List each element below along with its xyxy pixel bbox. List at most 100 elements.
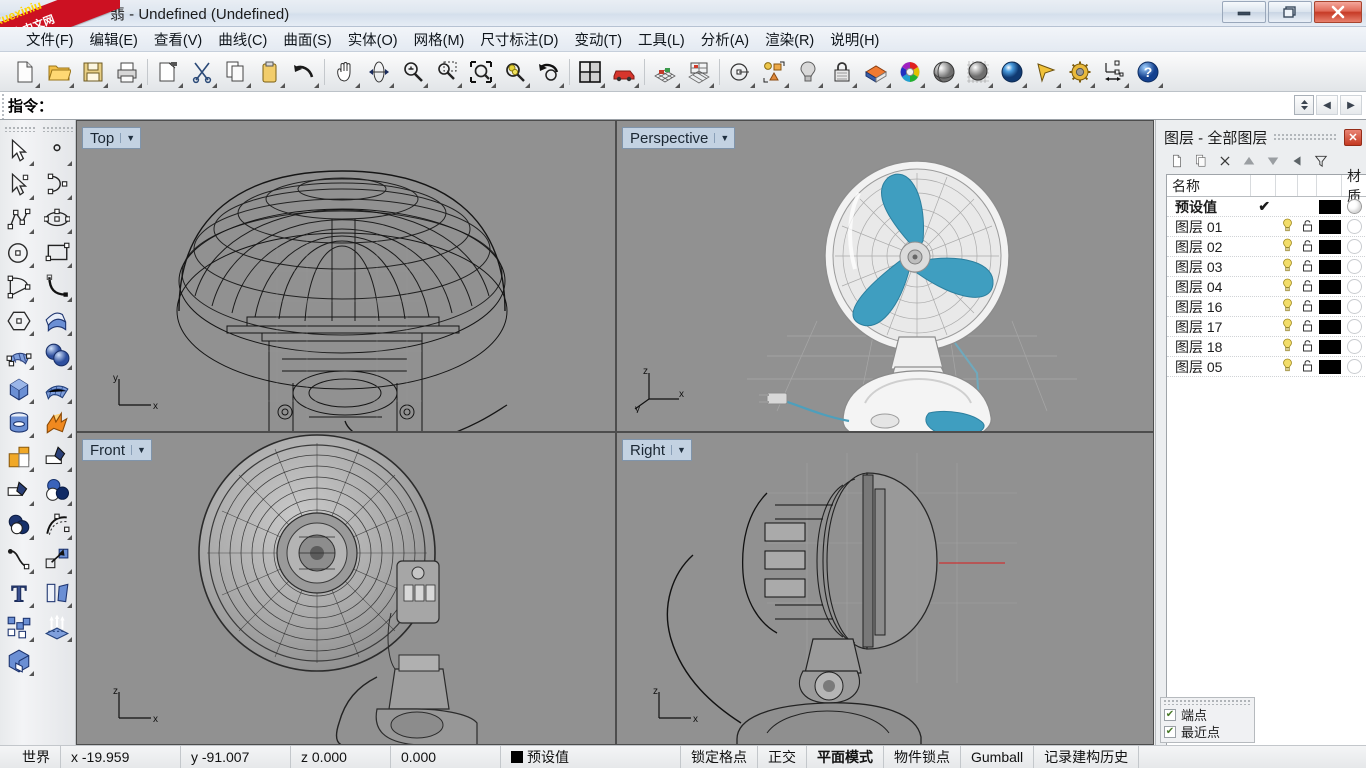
zoom-selected-icon[interactable]	[498, 54, 532, 90]
viewport-front[interactable]: Front ▼ z x	[76, 432, 616, 745]
viewport-top[interactable]: Top ▼ y x	[76, 120, 616, 432]
zoom-window-icon[interactable]	[430, 54, 464, 90]
options-gear-icon[interactable]	[1063, 54, 1097, 90]
open-folder-icon[interactable]	[42, 54, 76, 90]
layer-lock-icon[interactable]	[1298, 239, 1317, 255]
osnap-item[interactable]: ✔ 端点	[1161, 706, 1254, 723]
current-layer[interactable]: 预设值	[501, 745, 681, 768]
mirror-icon[interactable]	[40, 576, 74, 610]
chevron-down-icon[interactable]: ▼	[131, 445, 149, 455]
toolbar-grip[interactable]	[4, 126, 36, 132]
menu-item-10[interactable]: 工具(L)	[630, 27, 693, 52]
layer-material-button[interactable]	[1342, 299, 1366, 314]
cut-plane-icon[interactable]	[151, 54, 185, 90]
move-copy-icon[interactable]	[40, 542, 74, 576]
lock-icon[interactable]	[825, 54, 859, 90]
chevron-down-icon[interactable]: ▼	[120, 133, 138, 143]
command-prev-button[interactable]: ◀	[1316, 95, 1338, 115]
layer-lock-icon[interactable]	[1298, 359, 1317, 375]
material-icon[interactable]	[859, 54, 893, 90]
ellipse-icon[interactable]	[40, 202, 74, 236]
polygon-icon[interactable]	[2, 304, 36, 338]
status-toggle-2[interactable]: 正交	[758, 745, 807, 768]
surface-from-curves-icon[interactable]	[2, 338, 36, 372]
new-file-icon[interactable]	[8, 54, 42, 90]
text-tool-icon[interactable]: T	[2, 576, 36, 610]
color-wheel-icon[interactable]	[893, 54, 927, 90]
print-icon[interactable]	[110, 54, 144, 90]
layer-visibility-bulb-icon[interactable]	[1277, 318, 1298, 335]
chevron-down-icon[interactable]: ▼	[671, 445, 689, 455]
menu-item-5[interactable]: 曲面(S)	[275, 27, 339, 52]
control-point-curve-icon[interactable]	[40, 168, 74, 202]
arrow-cursor-icon[interactable]	[1029, 54, 1063, 90]
layer-row[interactable]: 图层 04	[1167, 277, 1366, 297]
layer-color-swatch[interactable]	[1317, 319, 1342, 334]
layer-lock-icon[interactable]	[1298, 319, 1317, 335]
menu-item-9[interactable]: 变动(T)	[567, 27, 631, 52]
move-left-icon[interactable]	[1290, 153, 1304, 169]
cylinder-solid-icon[interactable]	[2, 406, 36, 440]
menu-item-6[interactable]: 实体(O)	[340, 27, 406, 52]
sphere-render-icon[interactable]	[995, 54, 1029, 90]
layer-material-button[interactable]	[1342, 239, 1366, 254]
viewport-right[interactable]: Right ▼ z x	[616, 432, 1154, 745]
status-toggle-1[interactable]: 锁定格点	[681, 745, 758, 768]
zoom-extents-icon[interactable]	[464, 54, 498, 90]
move-down-icon[interactable]	[1266, 153, 1280, 169]
menu-item-7[interactable]: 网格(M)	[406, 27, 473, 52]
osnap-grip[interactable]	[1163, 699, 1252, 705]
layer-visibility-bulb-icon[interactable]	[1277, 338, 1298, 355]
light-bulb-icon[interactable]	[791, 54, 825, 90]
layer-row[interactable]: 图层 16	[1167, 297, 1366, 317]
copy-icon[interactable]	[219, 54, 253, 90]
rotate-view-icon[interactable]	[362, 54, 396, 90]
menu-item-8[interactable]: 尺寸标注(D)	[472, 27, 566, 52]
trim-icon[interactable]	[2, 474, 36, 508]
ghosted-grid-icon[interactable]	[682, 54, 716, 90]
point-icon[interactable]	[40, 134, 74, 168]
save-icon[interactable]	[76, 54, 110, 90]
command-grip[interactable]	[1, 93, 6, 119]
layer-material-button[interactable]	[1342, 199, 1366, 214]
command-next-button[interactable]: ▶	[1340, 95, 1362, 115]
layer-color-swatch[interactable]	[1317, 199, 1342, 214]
checkbox[interactable]: ✔	[1164, 725, 1176, 738]
layer-color-swatch[interactable]	[1317, 219, 1342, 234]
layer-visibility-bulb-icon[interactable]	[1277, 358, 1298, 375]
layer-color-swatch[interactable]	[1317, 359, 1342, 374]
layer-row[interactable]: 图层 03	[1167, 257, 1366, 277]
panel-grip[interactable]	[1273, 132, 1338, 142]
sphere-shaded-icon[interactable]	[927, 54, 961, 90]
polyline-icon[interactable]	[2, 202, 36, 236]
array-icon[interactable]	[2, 610, 36, 644]
sphere-solid-icon[interactable]	[40, 338, 74, 372]
extrude-surface-icon[interactable]	[40, 304, 74, 338]
layer-visibility-bulb-icon[interactable]	[1277, 238, 1298, 255]
delete-layer-icon[interactable]	[1218, 153, 1232, 169]
move-up-icon[interactable]	[1242, 153, 1256, 169]
paste-icon[interactable]	[253, 54, 287, 90]
layer-color-swatch[interactable]	[1317, 239, 1342, 254]
menu-item-11[interactable]: 分析(A)	[693, 27, 757, 52]
coordinate-system-label[interactable]: 世界	[0, 745, 61, 768]
fillet-curve-icon[interactable]	[2, 542, 36, 576]
layer-current-check[interactable]: ✔	[1252, 198, 1277, 215]
minimize-button[interactable]	[1222, 1, 1266, 23]
select-arrow-icon[interactable]	[2, 134, 36, 168]
undo-view-icon[interactable]	[532, 54, 566, 90]
viewport-perspective[interactable]: Perspective ▼ z x y	[616, 120, 1154, 432]
circle-center-icon[interactable]	[723, 54, 757, 90]
sphere-grid-icon[interactable]	[961, 54, 995, 90]
status-toggle-5[interactable]: Gumball	[961, 745, 1035, 768]
status-toggle-6[interactable]: 记录建构历史	[1034, 745, 1140, 768]
layer-lock-icon[interactable]	[1298, 219, 1317, 235]
duplicate-layer-icon[interactable]	[1194, 153, 1208, 169]
layer-material-button[interactable]	[1342, 279, 1366, 294]
layer-color-swatch[interactable]	[1317, 339, 1342, 354]
layer-visibility-bulb-icon[interactable]	[1277, 278, 1298, 295]
shade-grid-icon[interactable]	[648, 54, 682, 90]
close-button[interactable]	[1314, 1, 1362, 23]
rectangle-icon[interactable]	[40, 236, 74, 270]
layer-row[interactable]: 图层 18	[1167, 337, 1366, 357]
